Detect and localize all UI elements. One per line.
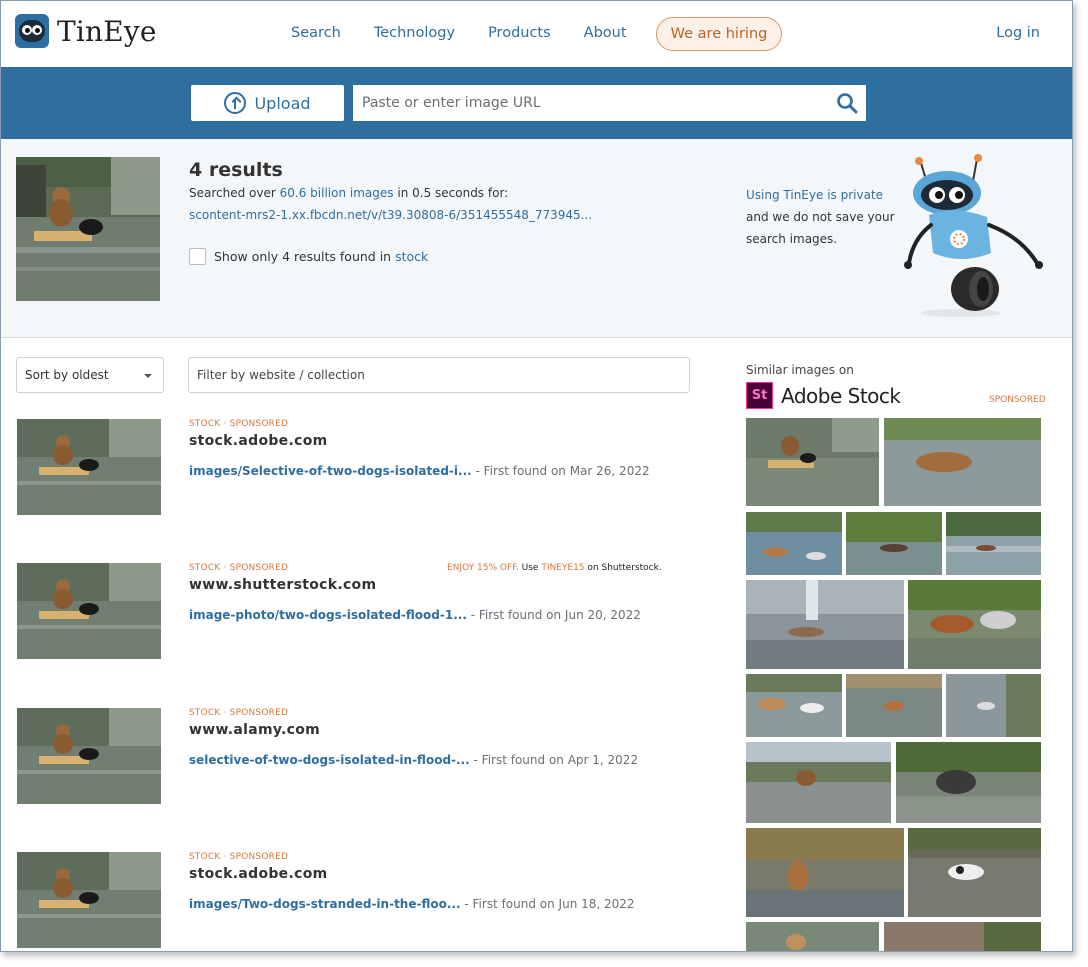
- hiring-button[interactable]: We are hiring: [656, 17, 782, 51]
- upload-arrow-icon: [224, 92, 247, 114]
- privacy-text: and we do not save your search images.: [746, 210, 895, 246]
- promo-code: TINEYE15: [541, 563, 585, 573]
- stock-link[interactable]: stock: [395, 249, 428, 264]
- result-domain[interactable]: www.alamy.com: [189, 722, 320, 738]
- result-path-link[interactable]: images/Selective-of-two-dogs-isolated-i.…: [189, 464, 472, 478]
- search-icon[interactable]: [836, 92, 858, 114]
- searched-suffix: in 0.5 seconds for:: [397, 186, 509, 200]
- robot-mascot-icon: [904, 154, 1043, 317]
- result-domain[interactable]: stock.adobe.com: [189, 433, 328, 449]
- result-thumbnail[interactable]: [17, 563, 161, 659]
- stock-filter-label: Show only 4 results found in: [214, 249, 392, 264]
- result-path-line: image-photo/two-dogs-isolated-flood-1...…: [189, 608, 641, 622]
- similar-image[interactable]: [896, 742, 1041, 823]
- result-first-found: - First found on Apr 1, 2022: [473, 753, 639, 767]
- result-tag: STOCK · SPONSORED: [189, 708, 289, 718]
- result-thumbnail[interactable]: [17, 852, 161, 948]
- result-path-link[interactable]: images/Two-dogs-stranded-in-the-floo...: [189, 897, 461, 911]
- result-row: STOCK · SPONSORED stock.adobe.com images…: [1, 852, 701, 951]
- similar-image[interactable]: [746, 828, 904, 917]
- upload-button[interactable]: Upload: [191, 85, 344, 121]
- similar-image[interactable]: [746, 922, 879, 951]
- similar-image[interactable]: [746, 512, 842, 575]
- result-first-found: - First found on Mar 26, 2022: [475, 464, 650, 478]
- robot-logo-icon: [15, 14, 49, 48]
- similar-images-label: Similar images on: [746, 363, 854, 377]
- result-domain[interactable]: stock.adobe.com: [189, 866, 328, 882]
- result-path-line: images/Two-dogs-stranded-in-the-floo... …: [189, 897, 635, 911]
- similar-image[interactable]: [946, 512, 1041, 575]
- similar-image[interactable]: [746, 418, 879, 506]
- stock-only-filter[interactable]: Show only 4 results found in stock: [189, 248, 428, 265]
- results-summary: 4 results Searched over 60.6 billion ima…: [1, 139, 1072, 338]
- results-count: 4 results: [189, 159, 283, 181]
- tineye-logo[interactable]: TinEye: [15, 14, 157, 48]
- result-first-found: - First found on Jun 18, 2022: [464, 897, 635, 911]
- result-tag: STOCK · SPONSORED: [189, 563, 289, 573]
- website-filter-input[interactable]: [188, 357, 690, 393]
- privacy-link[interactable]: Using TinEye is private: [746, 184, 896, 206]
- similar-image[interactable]: [846, 512, 942, 575]
- nav-technology[interactable]: Technology: [374, 25, 455, 41]
- result-path-link[interactable]: selective-of-two-dogs-isolated-in-flood-…: [189, 753, 470, 767]
- similar-image[interactable]: [884, 922, 1041, 951]
- upload-label: Upload: [254, 93, 311, 113]
- similar-image[interactable]: [746, 742, 891, 823]
- stock-only-checkbox[interactable]: [189, 248, 206, 265]
- adobe-stock-badge-icon: St: [746, 382, 773, 409]
- main-nav: Search Technology Products About: [291, 25, 660, 41]
- similar-image[interactable]: [908, 580, 1041, 669]
- similar-image[interactable]: [746, 580, 904, 669]
- searched-prefix: Searched over: [189, 186, 276, 200]
- promo-banner: ENJOY 15% OFF. Use TINEYE15 on Shutterst…: [447, 563, 662, 573]
- result-tag: STOCK · SPONSORED: [189, 852, 289, 862]
- result-first-found: - First found on Jun 20, 2022: [470, 608, 641, 622]
- result-path-link[interactable]: image-photo/two-dogs-isolated-flood-1...: [189, 608, 467, 622]
- result-path-line: images/Selective-of-two-dogs-isolated-i.…: [189, 464, 650, 478]
- logo-text: TinEye: [57, 14, 157, 48]
- searched-over-text: Searched over 60.6 billion images in 0.5…: [189, 186, 508, 200]
- similar-image[interactable]: [884, 418, 1041, 506]
- result-path-line: selective-of-two-dogs-isolated-in-flood-…: [189, 753, 638, 767]
- result-thumbnail[interactable]: [17, 419, 161, 515]
- login-link[interactable]: Log in: [996, 25, 1040, 41]
- sponsored-label: SPONSORED: [989, 395, 1046, 405]
- similar-image[interactable]: [946, 674, 1041, 737]
- result-row: STOCK · SPONSORED ENJOY 15% OFF. Use TIN…: [1, 563, 701, 663]
- nav-about[interactable]: About: [584, 25, 627, 41]
- result-row: STOCK · SPONSORED www.alamy.com selectiv…: [1, 708, 701, 808]
- similar-image[interactable]: [908, 828, 1041, 917]
- nav-products[interactable]: Products: [488, 25, 551, 41]
- image-url-input[interactable]: [353, 85, 866, 121]
- query-url-link[interactable]: scontent-mrs2-1.xx.fbcdn.net/v/t39.30808…: [189, 208, 592, 222]
- sort-dropdown[interactable]: Sort by oldest: [16, 357, 164, 393]
- promo-use: Use: [521, 563, 539, 573]
- query-image-thumbnail[interactable]: [16, 157, 160, 301]
- promo-suffix: on Shutterstock.: [587, 563, 662, 573]
- search-bar: Upload: [1, 67, 1072, 139]
- adobe-stock-logo[interactable]: St Adobe Stock: [746, 382, 901, 409]
- nav-search[interactable]: Search: [291, 25, 341, 41]
- result-tag: STOCK · SPONSORED: [189, 419, 289, 429]
- index-size-link[interactable]: 60.6 billion images: [280, 186, 394, 200]
- top-header: TinEye Search Technology Products About …: [1, 1, 1072, 67]
- similar-image[interactable]: [846, 674, 942, 737]
- privacy-note: Using TinEye is private and we do not sa…: [746, 184, 896, 250]
- promo-offer: ENJOY 15% OFF.: [447, 563, 519, 573]
- browser-viewport: TinEye Search Technology Products About …: [0, 0, 1073, 952]
- adobe-stock-name: Adobe Stock: [781, 383, 901, 408]
- similar-image[interactable]: [746, 674, 842, 737]
- result-thumbnail[interactable]: [17, 708, 161, 804]
- result-domain[interactable]: www.shutterstock.com: [189, 577, 376, 593]
- result-row: STOCK · SPONSORED stock.adobe.com images…: [1, 419, 701, 519]
